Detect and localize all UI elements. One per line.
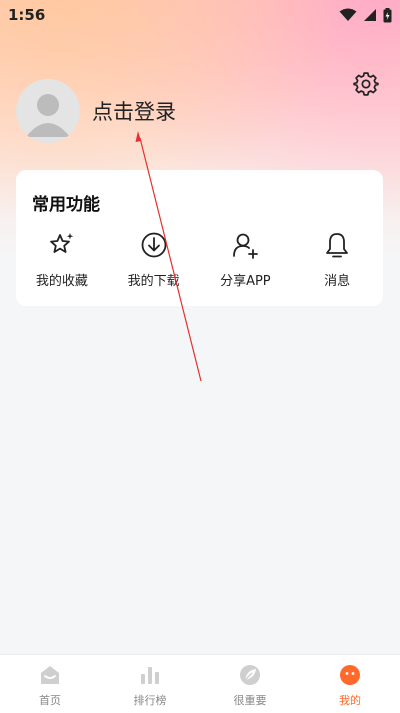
- profile-face-icon: [338, 663, 362, 687]
- share-app-label: 分享APP: [220, 274, 271, 289]
- login-entry[interactable]: 点击登录: [16, 79, 176, 143]
- favorites-label: 我的收藏: [35, 274, 88, 289]
- bell-icon: [322, 230, 352, 260]
- leaf-icon: [238, 663, 262, 687]
- card-title: 常用功能: [32, 195, 100, 215]
- cellular-signal-icon: [364, 9, 376, 21]
- default-user-avatar: [16, 79, 80, 143]
- nav-important-label: 很重要: [233, 694, 267, 707]
- messages-button[interactable]: 消息: [291, 230, 383, 289]
- nav-ranking-label: 排行榜: [133, 694, 167, 707]
- status-time: 1:56: [8, 6, 46, 24]
- login-text[interactable]: 点击登录: [92, 96, 176, 126]
- nav-home[interactable]: 首页: [0, 655, 100, 713]
- nav-mine-label: 我的: [339, 694, 361, 707]
- downloads-button[interactable]: 我的下载: [108, 230, 200, 289]
- favorites-button[interactable]: 我的收藏: [16, 230, 108, 289]
- bottom-nav: 首页 排行榜 很重要 我的: [0, 654, 400, 713]
- common-functions-card: 常用功能 我的收藏 我的下载 分享APP 消息: [16, 170, 383, 306]
- nav-home-label: 首页: [39, 694, 61, 707]
- battery-icon: [383, 7, 392, 22]
- download-circle-icon: [139, 230, 169, 260]
- settings-button[interactable]: [352, 70, 380, 98]
- bar-chart-icon: [138, 663, 162, 687]
- avatar[interactable]: [16, 79, 80, 143]
- wifi-icon: [339, 8, 357, 21]
- nav-ranking[interactable]: 排行榜: [100, 655, 200, 713]
- downloads-label: 我的下载: [127, 274, 180, 289]
- add-user-icon: [230, 230, 260, 260]
- gear-icon: [353, 72, 379, 96]
- share-app-button[interactable]: 分享APP: [200, 230, 292, 289]
- nav-important[interactable]: 很重要: [200, 655, 300, 713]
- status-bar: 1:56: [0, 0, 400, 30]
- star-sparkle-icon: [47, 230, 77, 260]
- nav-mine[interactable]: 我的: [300, 655, 400, 713]
- status-icons: [339, 7, 392, 23]
- home-icon: [38, 663, 62, 687]
- messages-label: 消息: [324, 274, 351, 289]
